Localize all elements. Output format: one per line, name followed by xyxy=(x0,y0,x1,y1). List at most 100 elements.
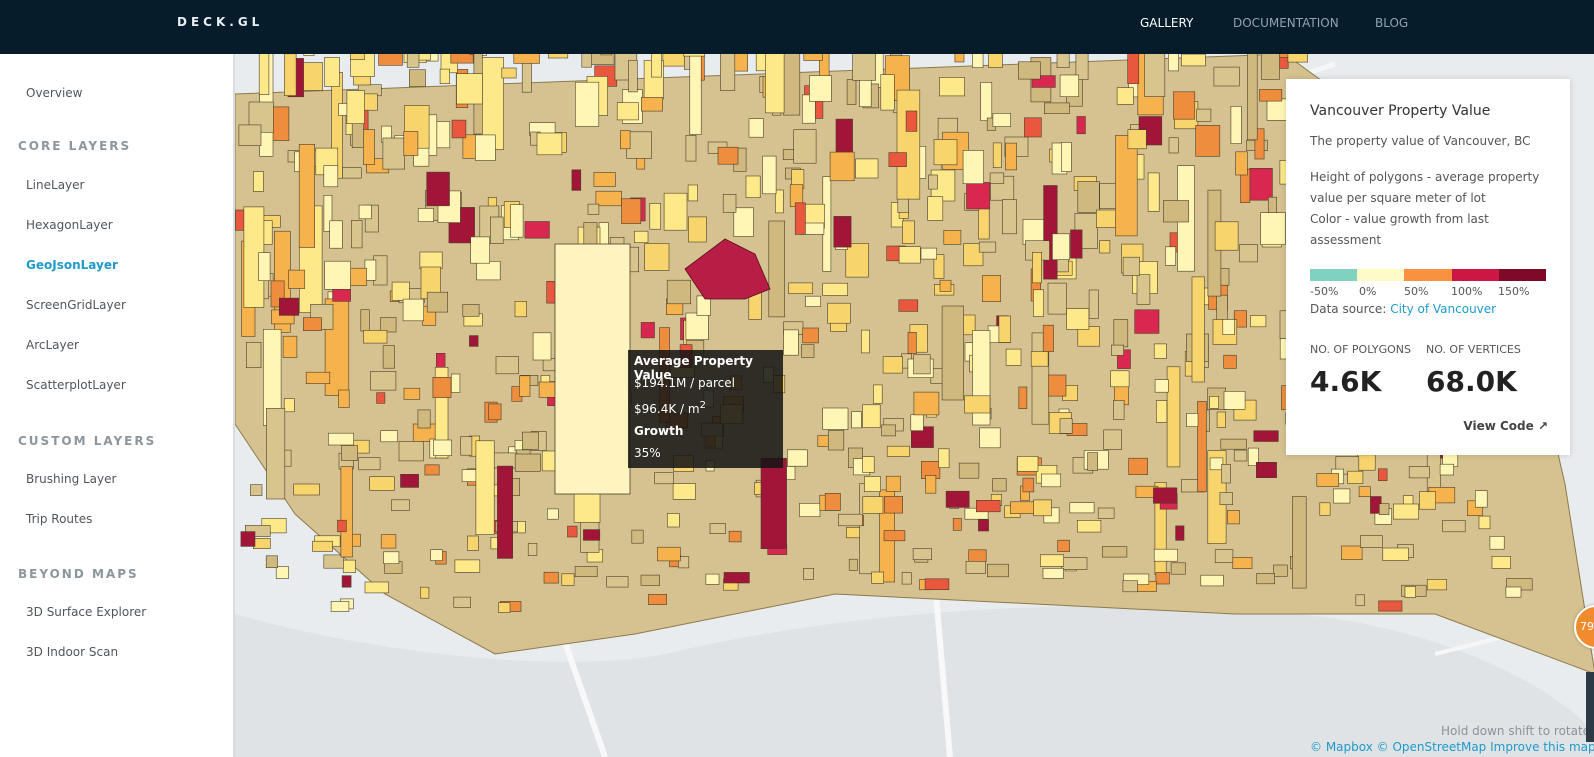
building-extrusion xyxy=(1047,282,1067,315)
building-extrusion xyxy=(952,518,962,531)
tooltip-per-parcel: $194.1M / parcel xyxy=(634,376,735,390)
building-extrusion xyxy=(433,439,452,456)
building-extrusion xyxy=(1147,172,1160,212)
panel-height-description: Height of polygons - average property va… xyxy=(1310,170,1540,205)
building-extrusion xyxy=(382,345,395,369)
building-extrusion xyxy=(303,317,322,332)
nav-documentation[interactable]: DOCUMENTATION xyxy=(1233,16,1339,30)
building-extrusion xyxy=(783,329,799,356)
building-extrusion xyxy=(975,499,1001,513)
building-extrusion xyxy=(1116,87,1134,105)
building-extrusion xyxy=(1154,379,1169,393)
sidebar-item-screengridlayer[interactable]: ScreenGridLayer xyxy=(26,298,126,312)
building-extrusion xyxy=(358,204,372,220)
building-extrusion xyxy=(567,525,578,538)
building-extrusion xyxy=(939,77,965,97)
building-extrusion xyxy=(838,513,863,527)
building-extrusion xyxy=(1110,370,1130,388)
building-extrusion xyxy=(988,54,1003,68)
building-extrusion xyxy=(1191,276,1205,383)
building-extrusion xyxy=(1024,117,1042,138)
building-extrusion xyxy=(649,203,661,230)
nav-blog[interactable]: BLOG xyxy=(1375,16,1408,30)
building-extrusion xyxy=(1043,185,1058,280)
building-extrusion xyxy=(728,530,742,543)
sidebar-item-scatterplotlayer[interactable]: ScatterplotLayer xyxy=(26,378,126,392)
building-extrusion xyxy=(1209,457,1224,471)
building-extrusion xyxy=(939,279,952,292)
building-extrusion xyxy=(1060,142,1072,172)
building-extrusion xyxy=(554,243,631,495)
building-extrusion xyxy=(1255,461,1277,478)
building-extrusion xyxy=(907,331,917,354)
building-extrusion xyxy=(1489,535,1505,550)
sidebar-item-hexagonlayer[interactable]: HexagonLayer xyxy=(26,218,113,232)
view-code-link[interactable]: View Code ↗ xyxy=(1463,419,1548,433)
building-extrusion xyxy=(514,453,541,472)
building-extrusion xyxy=(330,601,350,612)
building-extrusion xyxy=(1163,200,1189,223)
building-extrusion xyxy=(513,54,540,64)
top-navbar: DECK.GL GALLERY DOCUMENTATION BLOG xyxy=(0,0,1594,54)
building-extrusion xyxy=(657,546,681,562)
building-extrusion xyxy=(896,89,921,200)
building-extrusion xyxy=(1101,546,1128,558)
sidebar-item-3d-surface-explorer[interactable]: 3D Surface Explorer xyxy=(26,605,146,619)
data-source-link[interactable]: City of Vancouver xyxy=(1390,302,1496,316)
building-extrusion xyxy=(1319,502,1331,516)
building-extrusion xyxy=(905,110,918,132)
map-attribution[interactable]: © Mapbox © OpenStreetMap Improve this ma… xyxy=(1310,740,1594,754)
building-extrusion xyxy=(275,566,289,579)
building-extrusion xyxy=(380,430,398,443)
building-extrusion xyxy=(1039,554,1064,567)
building-extrusion xyxy=(886,445,910,457)
building-extrusion xyxy=(717,146,739,165)
building-extrusion xyxy=(543,571,559,584)
building-extrusion xyxy=(633,230,649,243)
scale-label: -50% xyxy=(1310,285,1339,298)
tooltip-per-m2-value: $96.4K / m xyxy=(634,402,700,416)
nav-gallery[interactable]: GALLERY xyxy=(1140,16,1193,30)
building-extrusion xyxy=(1175,525,1185,541)
building-extrusion xyxy=(1200,574,1224,587)
building-extrusion xyxy=(1010,501,1036,514)
building-extrusion xyxy=(986,563,1009,578)
building-extrusion xyxy=(430,549,443,561)
building-extrusion xyxy=(1233,449,1248,462)
building-extrusion xyxy=(346,90,365,124)
building-extrusion xyxy=(1478,515,1491,530)
building-extrusion xyxy=(1032,252,1042,284)
building-extrusion xyxy=(1048,374,1067,397)
building-extrusion xyxy=(1333,488,1351,504)
building-extrusion xyxy=(1033,499,1052,517)
sidebar-item-trip-routes[interactable]: Trip Routes xyxy=(26,512,92,526)
building-extrusion xyxy=(1197,401,1207,492)
sidebar-item-overview[interactable]: Overview xyxy=(26,86,83,100)
building-extrusion xyxy=(920,247,937,260)
building-extrusion xyxy=(1259,89,1283,102)
building-extrusion xyxy=(1059,418,1073,434)
building-extrusion xyxy=(720,54,736,91)
building-extrusion xyxy=(409,69,426,87)
building-extrusion xyxy=(965,560,986,574)
building-extrusion xyxy=(561,573,575,586)
building-extrusion xyxy=(1247,54,1258,141)
building-extrusion xyxy=(278,297,300,316)
sidebar-item-geojsonlayer[interactable]: GeoJsonLayer xyxy=(26,258,118,272)
brand-logo[interactable]: DECK.GL xyxy=(177,15,263,29)
sidebar-item-arclayer[interactable]: ArcLayer xyxy=(26,338,79,352)
building-extrusion xyxy=(490,216,504,244)
building-extrusion xyxy=(1222,319,1235,335)
building-extrusion xyxy=(323,554,344,569)
building-extrusion xyxy=(925,474,937,494)
polygons-value: 4.6K xyxy=(1310,365,1382,398)
building-extrusion xyxy=(400,473,419,488)
building-extrusion xyxy=(958,462,980,479)
building-extrusion xyxy=(855,158,879,179)
sidebar-item-3d-indoor-scan[interactable]: 3D Indoor Scan xyxy=(26,645,118,659)
building-extrusion xyxy=(574,81,600,127)
sidebar-item-linelayer[interactable]: LineLayer xyxy=(26,178,84,192)
building-extrusion xyxy=(1066,308,1090,330)
sidebar-item-brushing-layer[interactable]: Brushing Layer xyxy=(26,472,116,486)
building-extrusion xyxy=(1419,491,1437,510)
